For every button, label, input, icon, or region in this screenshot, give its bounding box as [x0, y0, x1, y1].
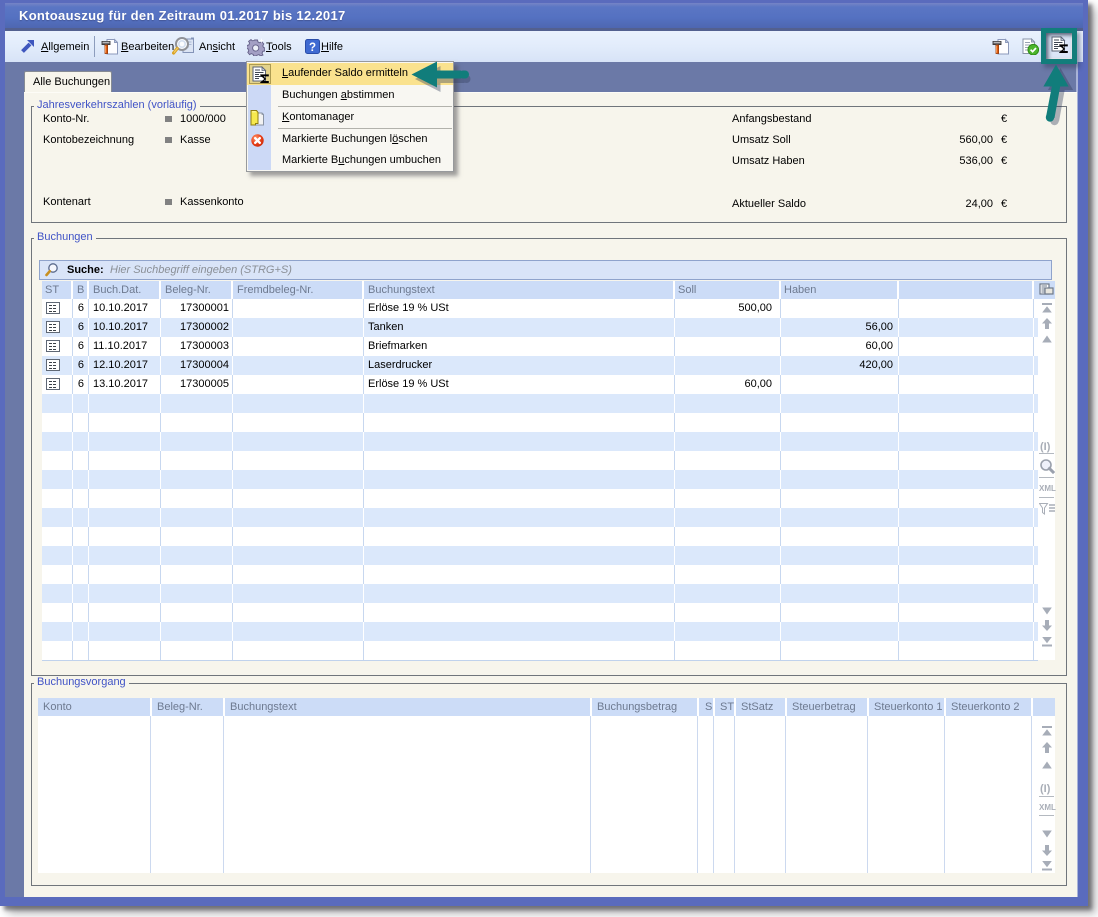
svg-text:?: ?	[309, 42, 316, 54]
